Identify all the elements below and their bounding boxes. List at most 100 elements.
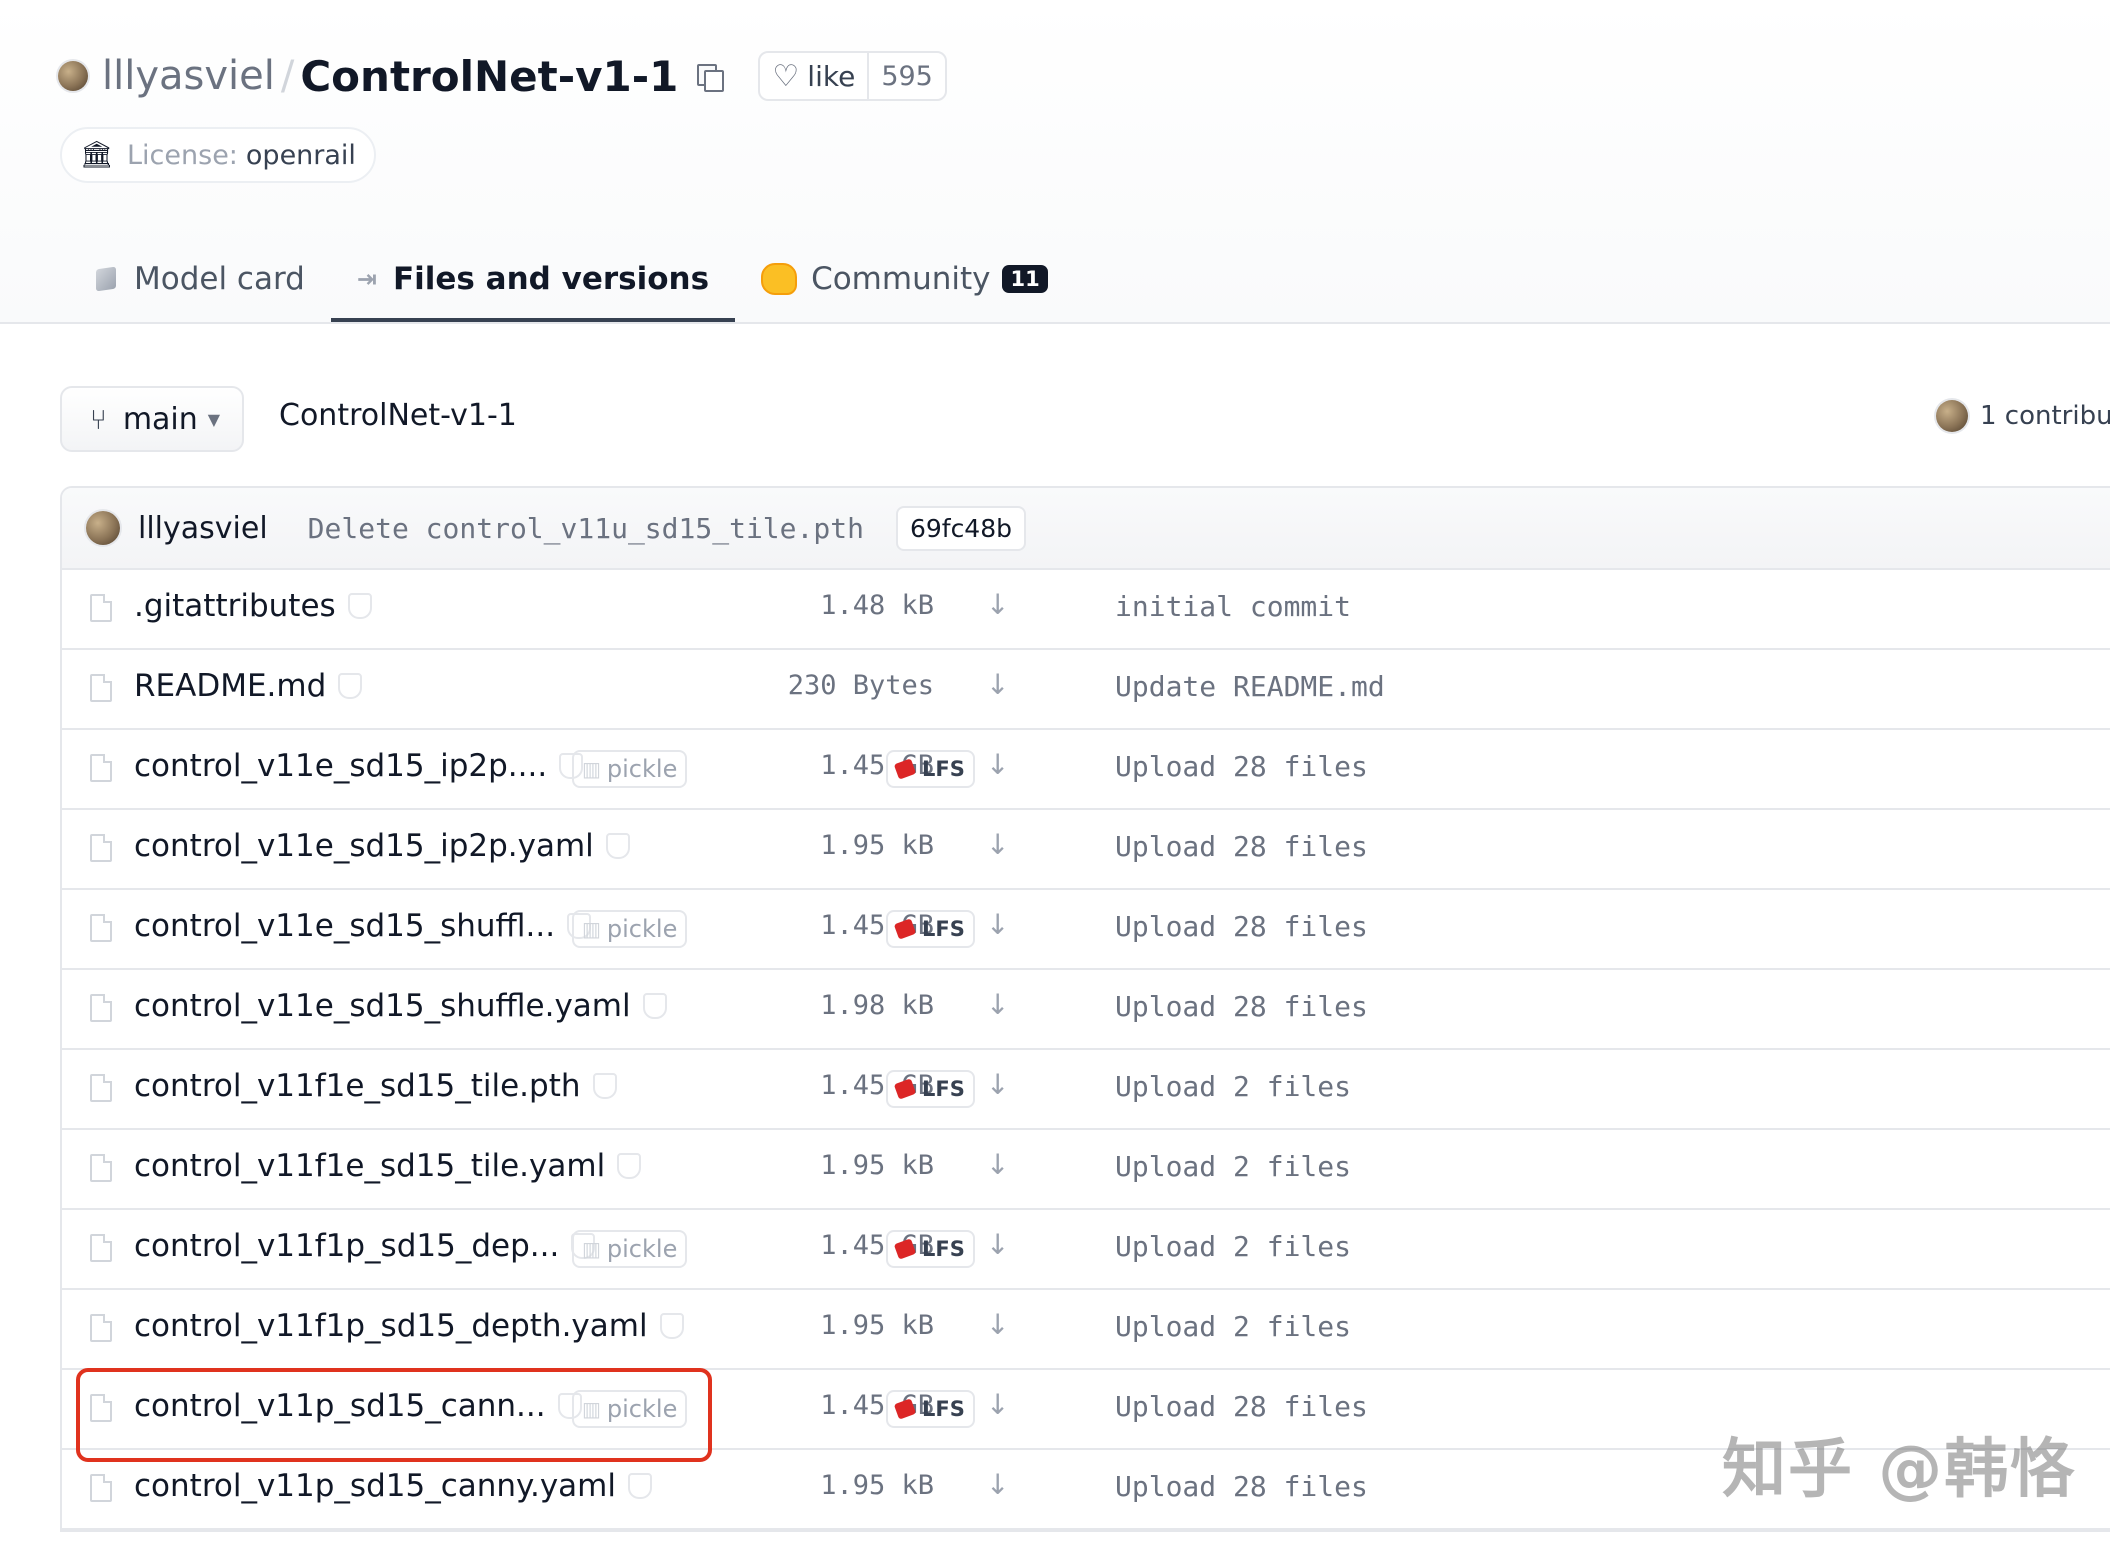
file-commit-message[interactable]: Upload 28 files — [1115, 910, 1368, 943]
file-name-link[interactable]: control_v11e_sd15_shuffle.yaml — [134, 988, 667, 1024]
file-commit-message[interactable]: initial commit — [1115, 590, 1351, 623]
lfs-icon — [893, 1078, 917, 1100]
download-arrow-icon[interactable]: ↓ — [986, 1468, 1009, 1501]
like-button[interactable]: ♡ like — [760, 53, 867, 99]
file-name-link[interactable]: control_v11f1p_sd15_dep... — [134, 1228, 596, 1264]
contributor-avatar — [1936, 400, 1968, 432]
file-name: control_v11e_sd15_ip2p.... — [134, 748, 548, 784]
shield-icon[interactable] — [617, 1152, 642, 1179]
download-arrow-icon[interactable]: ↓ — [986, 1388, 1009, 1421]
download-arrow-icon[interactable]: ↓ — [986, 1228, 1009, 1261]
tab-label: Files and versions — [392, 261, 710, 297]
download-arrow-icon[interactable]: ↓ — [986, 908, 1009, 941]
file-row[interactable]: README.md 230 Bytes ↓ Update README.md — [62, 650, 2110, 730]
shield-icon[interactable] — [627, 1472, 652, 1499]
file-row[interactable]: control_v11f1p_sd15_dep... ▥ pickle 1.45 GB… — [62, 1210, 2110, 1290]
watermark: 知乎 @韩恪 — [1722, 1433, 2077, 1507]
branch-selector[interactable]: ⑂ main ▼ — [60, 386, 244, 452]
shield-icon[interactable] — [642, 992, 667, 1019]
heart-icon: ♡ — [772, 58, 800, 94]
download-arrow-icon[interactable]: ↓ — [986, 988, 1009, 1021]
file-commit-message[interactable]: Upload 28 files — [1115, 990, 1368, 1023]
file-size: 1.95 kB — [820, 1150, 934, 1181]
file-commit-message[interactable]: Upload 28 files — [1115, 1390, 1368, 1423]
file-row[interactable]: control_v11f1e_sd15_tile.yaml 1.95 kB ↓ Upl… — [62, 1130, 2110, 1210]
file-row[interactable]: .gitattributes 1.48 kB ↓ initial commit — [62, 570, 2110, 650]
shield-icon[interactable] — [347, 592, 372, 619]
owner-avatar[interactable] — [58, 61, 88, 91]
pickle-icon: ▥ — [582, 1237, 601, 1261]
file-row[interactable]: control_v11e_sd15_ip2p.... ▥ pickle 1.45 GB… — [62, 730, 2110, 810]
file-row[interactable]: control_v11f1e_sd15_tile.pth 1.45 GB LFS ↓ U… — [62, 1050, 2110, 1130]
pickle-badge[interactable]: ▥ pickle — [572, 910, 688, 948]
contributors-count: 1 contribut — [1980, 401, 2110, 431]
file-commit-message[interactable]: Upload 2 files — [1115, 1070, 1351, 1103]
file-name-link[interactable]: control_v11e_sd15_ip2p.... — [134, 748, 584, 784]
like-count[interactable]: 595 — [867, 53, 945, 99]
pickle-label: pickle — [606, 1235, 678, 1263]
download-arrow-icon[interactable]: ↓ — [986, 1308, 1009, 1341]
file-row[interactable]: control_v11e_sd15_shuffle.yaml 1.98 kB ↓ Up… — [62, 970, 2110, 1050]
lfs-label: LFS — [922, 1237, 965, 1261]
lfs-label: LFS — [922, 917, 965, 941]
shield-icon[interactable] — [659, 1312, 684, 1339]
file-icon — [90, 1474, 112, 1502]
license-badge[interactable]: 🏛 License: openrail — [60, 127, 376, 183]
file-commit-message[interactable]: Upload 2 files — [1115, 1230, 1351, 1263]
file-name-link[interactable]: .gitattributes — [134, 588, 372, 624]
repo-name-link[interactable]: ControlNet-v1-1 — [300, 52, 678, 101]
breadcrumb-path[interactable]: ControlNet-v1-1 — [279, 398, 517, 433]
file-name: control_v11e_sd15_ip2p.yaml — [134, 828, 594, 864]
pickle-badge[interactable]: ▥ pickle — [572, 1230, 688, 1268]
file-icon — [90, 1234, 112, 1262]
file-commit-message[interactable]: Upload 2 files — [1115, 1150, 1351, 1183]
commit-message[interactable]: Delete control_v11u_sd15_tile.pth — [308, 512, 864, 545]
lfs-badge: LFS — [886, 910, 975, 948]
file-commit-message[interactable]: Upload 28 files — [1115, 830, 1368, 863]
file-name-link[interactable]: control_v11p_sd15_canny.yaml — [134, 1468, 652, 1504]
file-name-link[interactable]: control_v11f1e_sd15_tile.pth — [134, 1068, 617, 1104]
pickle-badge[interactable]: ▥ pickle — [572, 750, 688, 788]
pickle-icon: ▥ — [582, 917, 601, 941]
file-name: control_v11f1e_sd15_tile.pth — [134, 1068, 581, 1104]
file-name-link[interactable]: control_v11f1p_sd15_depth.yaml — [134, 1308, 684, 1344]
file-name-link[interactable]: control_v11e_sd15_ip2p.yaml — [134, 828, 630, 864]
file-row[interactable]: control_v11e_sd15_ip2p.yaml 1.95 kB ↓ Uploa… — [62, 810, 2110, 890]
file-commit-message[interactable]: Upload 28 files — [1115, 1470, 1368, 1503]
lfs-icon — [893, 918, 917, 940]
download-arrow-icon[interactable]: ↓ — [986, 828, 1009, 861]
shield-icon[interactable] — [338, 672, 363, 699]
commit-author-avatar[interactable] — [86, 511, 120, 545]
download-arrow-icon[interactable]: ↓ — [986, 668, 1009, 701]
tab-files-and-versions[interactable]: ⇥ Files and versions — [330, 240, 736, 322]
file-name-link[interactable]: README.md — [134, 668, 363, 704]
file-size: 1.48 kB — [820, 590, 934, 621]
file-name-link[interactable]: control_v11f1e_sd15_tile.yaml — [134, 1148, 642, 1184]
tab-community[interactable]: Community 11 — [735, 240, 1074, 318]
file-icon — [90, 754, 112, 782]
shield-icon[interactable] — [592, 1072, 617, 1099]
file-icon — [90, 674, 112, 702]
file-row[interactable]: control_v11f1p_sd15_depth.yaml 1.95 kB ↓ Up… — [62, 1290, 2110, 1370]
contributors-link[interactable]: 1 contribut — [1936, 400, 2110, 432]
git-branch-icon: ⑂ — [90, 402, 107, 436]
shield-icon[interactable] — [605, 832, 630, 859]
tab-model-card[interactable]: Model card — [70, 240, 331, 318]
download-arrow-icon[interactable]: ↓ — [986, 1148, 1009, 1181]
file-name-link[interactable]: control_v11e_sd15_shuffl... — [134, 908, 592, 944]
license-label: License: — [127, 139, 238, 171]
repo-owner-link[interactable]: lllyasviel — [102, 53, 275, 99]
tab-label: Community — [811, 261, 991, 297]
file-icon — [90, 994, 112, 1022]
download-arrow-icon[interactable]: ↓ — [986, 748, 1009, 781]
commit-author[interactable]: lllyasviel — [138, 511, 268, 546]
lfs-badge: LFS — [886, 750, 975, 788]
file-commit-message[interactable]: Update README.md — [1115, 670, 1385, 703]
copy-icon[interactable] — [694, 61, 725, 92]
commit-sha[interactable]: 69fc48b — [895, 505, 1026, 551]
download-arrow-icon[interactable]: ↓ — [986, 1068, 1009, 1101]
file-commit-message[interactable]: Upload 28 files — [1115, 750, 1368, 783]
download-arrow-icon[interactable]: ↓ — [986, 588, 1009, 621]
file-row[interactable]: control_v11e_sd15_shuffl... ▥ pickle 1.45 G… — [62, 890, 2110, 970]
file-commit-message[interactable]: Upload 2 files — [1115, 1310, 1351, 1343]
